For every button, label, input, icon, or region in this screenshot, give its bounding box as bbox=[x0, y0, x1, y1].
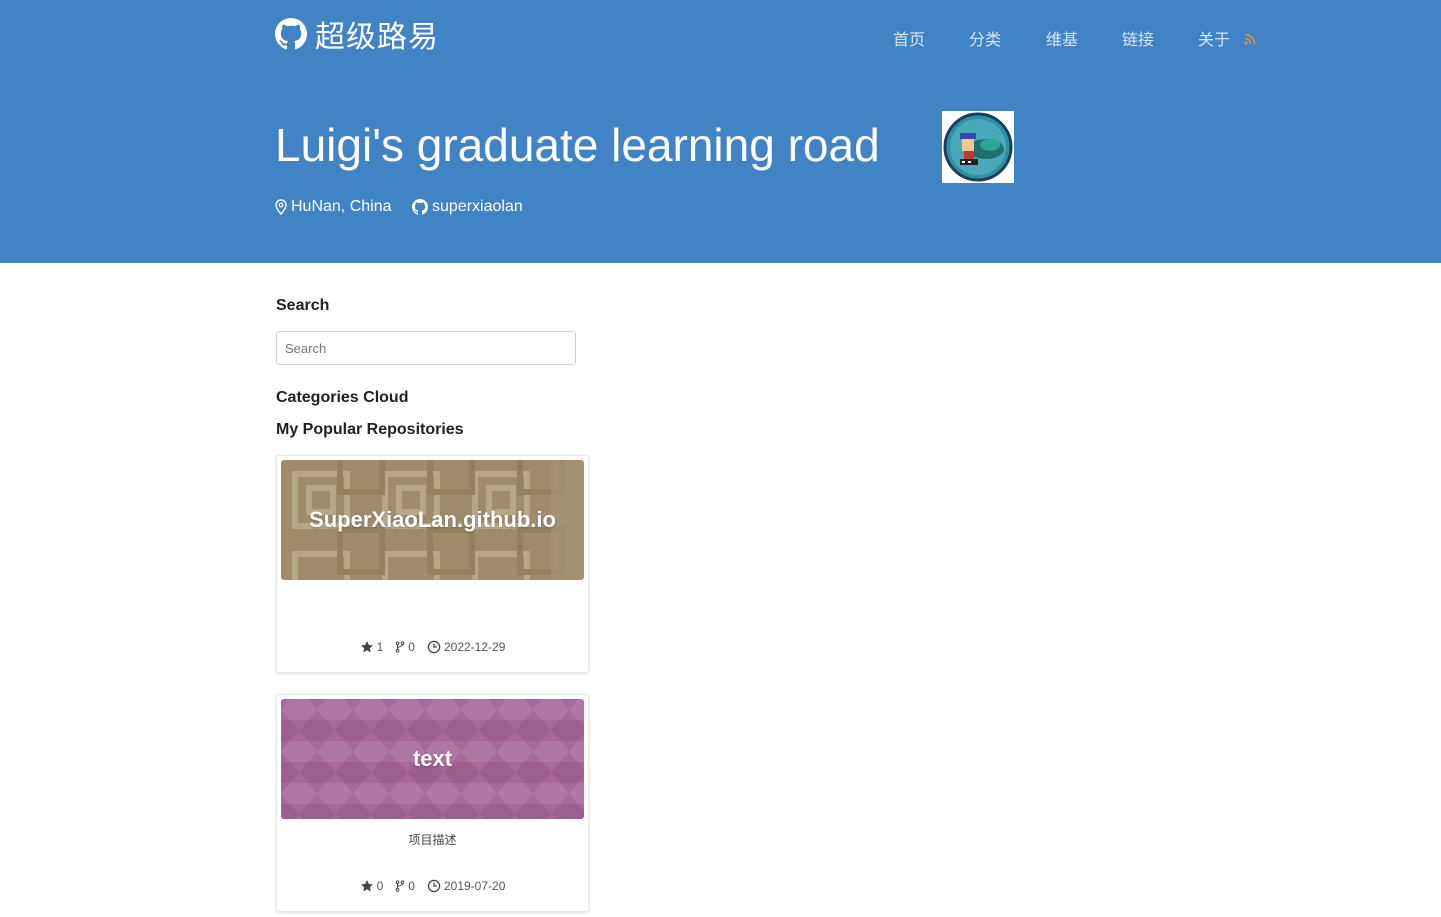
location-pin-icon bbox=[275, 199, 287, 215]
page-title: Luigi's graduate learning road bbox=[275, 119, 880, 171]
github-icon bbox=[412, 199, 428, 215]
repo-updated: 2022-12-29 bbox=[427, 640, 505, 654]
popular-repos-title: My Popular Repositories bbox=[276, 421, 464, 438]
site-header: 超级路易 首页 分类 维基 链接 关于 Luigi's graduate lea… bbox=[0, 0, 1441, 263]
repo-stars: 0 bbox=[360, 879, 384, 893]
repo-forks: 0 bbox=[395, 640, 415, 654]
rss-icon[interactable] bbox=[1244, 33, 1256, 45]
star-icon bbox=[360, 880, 373, 892]
updated-date: 2019-07-20 bbox=[443, 879, 506, 893]
nav-wiki[interactable]: 维基 bbox=[1046, 26, 1078, 50]
search-title: Search bbox=[276, 297, 330, 314]
repo-card[interactable]: SuperXiaoLan.github.io 1 0 2022-12-29 bbox=[276, 455, 589, 673]
avatar-image bbox=[943, 112, 1013, 182]
repo-banner: SuperXiaoLan.github.io bbox=[281, 460, 584, 580]
fork-icon bbox=[395, 880, 405, 892]
repo-banner: text bbox=[281, 699, 584, 819]
repo-forks: 0 bbox=[395, 879, 415, 893]
repo-card[interactable]: text 项目描述 0 0 2019-07-20 bbox=[276, 694, 589, 912]
repo-stats: 0 0 2019-07-20 bbox=[277, 879, 588, 893]
star-icon bbox=[360, 641, 373, 653]
stars-count: 1 bbox=[376, 640, 384, 654]
nav-home[interactable]: 首页 bbox=[893, 26, 925, 50]
location: HuNan, China bbox=[275, 197, 392, 217]
clock-icon bbox=[427, 879, 441, 893]
main-nav: 首页 分类 维基 链接 关于 bbox=[0, 26, 1441, 50]
repo-description: 项目描述 bbox=[408, 833, 457, 847]
nav-about[interactable]: 关于 bbox=[1198, 26, 1230, 50]
nav-categories[interactable]: 分类 bbox=[969, 26, 1001, 50]
updated-date: 2022-12-29 bbox=[443, 640, 506, 654]
categories-cloud-title: Categories Cloud bbox=[276, 389, 409, 406]
repo-stars: 1 bbox=[360, 640, 384, 654]
stars-count: 0 bbox=[376, 879, 384, 893]
clock-icon bbox=[427, 640, 441, 654]
repo-name: text bbox=[412, 746, 453, 771]
nav-links[interactable]: 链接 bbox=[1122, 26, 1154, 50]
search-input[interactable] bbox=[276, 331, 576, 365]
repo-name: SuperXiaoLan.github.io bbox=[309, 507, 556, 532]
forks-count: 0 bbox=[408, 640, 415, 654]
avatar bbox=[942, 111, 1014, 183]
location-text: HuNan, China bbox=[291, 198, 392, 215]
repo-updated: 2019-07-20 bbox=[427, 879, 505, 893]
github-username: superxiaolan bbox=[432, 198, 523, 215]
github-profile-link[interactable]: superxiaolan bbox=[412, 197, 523, 217]
fork-icon bbox=[395, 641, 405, 653]
forks-count: 0 bbox=[408, 879, 415, 893]
repo-stats: 1 0 2022-12-29 bbox=[277, 640, 588, 654]
